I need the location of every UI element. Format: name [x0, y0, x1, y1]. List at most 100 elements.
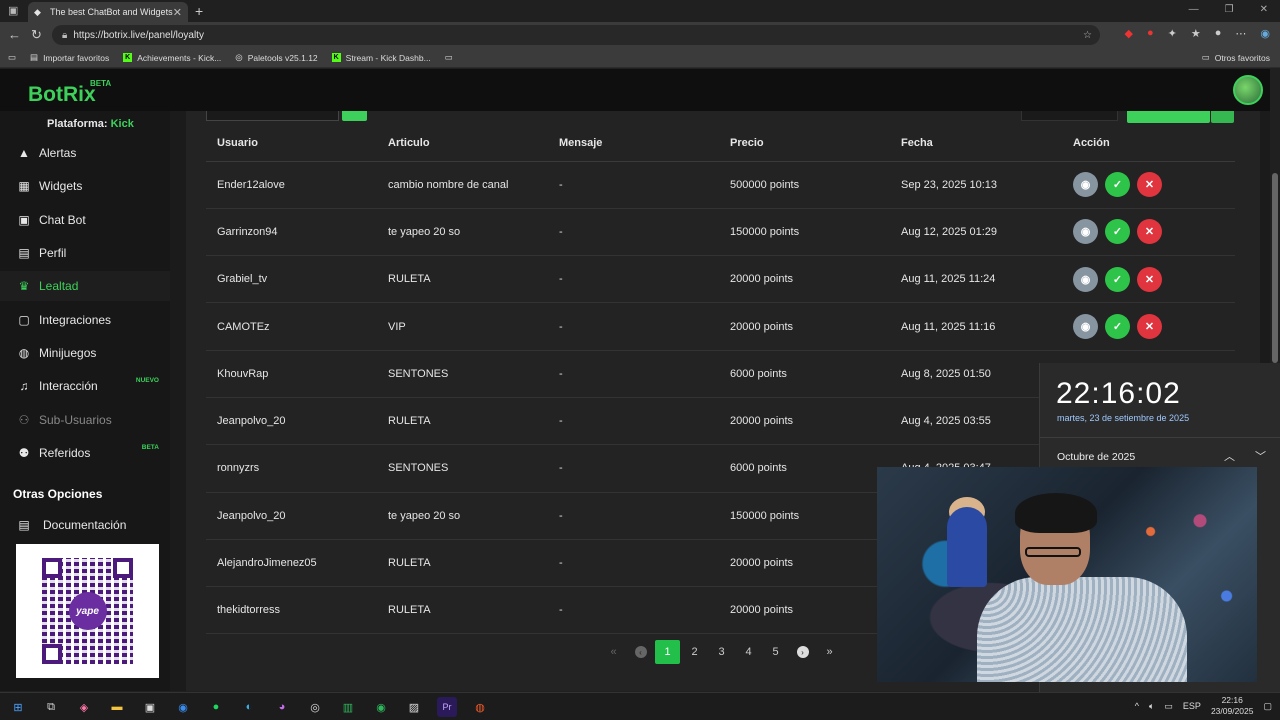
bookmark-achievements[interactable]: K Achievements - Kick...	[123, 53, 221, 63]
search-button[interactable]	[342, 111, 367, 121]
premiere-icon[interactable]: Pr	[437, 697, 457, 717]
sidebar-item-integraciones[interactable]: ▢ Integraciones	[0, 305, 170, 335]
file-explorer-icon[interactable]: ▬	[107, 697, 127, 717]
page-button[interactable]: 5	[762, 640, 789, 664]
kick-icon: K	[123, 53, 133, 62]
sidebar-item-widgets[interactable]: ▦ Widgets	[0, 171, 170, 201]
approve-button[interactable]: ✓	[1105, 172, 1130, 198]
extension-icon[interactable]: ●	[1147, 27, 1154, 40]
sidebar-item-label: Perfil	[39, 246, 67, 260]
reject-button[interactable]: ✕	[1137, 314, 1162, 340]
windows-start-icon[interactable]: ⊞	[8, 697, 28, 717]
volume-icon[interactable]: 🔈︎	[1149, 701, 1154, 712]
extension-icon[interactable]: ◆	[1125, 27, 1133, 40]
edge-icon[interactable]: ◐	[239, 697, 259, 717]
store-icon[interactable]: ▣	[140, 697, 160, 717]
favorite-star-icon[interactable]: ☆	[1083, 30, 1092, 41]
network-icon[interactable]: ▭	[1164, 701, 1173, 712]
page-button[interactable]: 3	[708, 640, 735, 664]
scrollbar-thumb[interactable]	[1272, 173, 1278, 363]
chevron-up-icon[interactable]: ︿	[1224, 448, 1235, 464]
sidebar-item-documentacion[interactable]: ▤ Documentación	[0, 510, 170, 540]
extension-puzzle-icon[interactable]: ✦	[1168, 27, 1177, 40]
reject-button[interactable]: ✕	[1137, 172, 1162, 198]
table-row: Grabiel_tv RULETA -20000 points Aug 11, 202…	[206, 255, 1235, 304]
page-button[interactable]: 1	[655, 640, 680, 664]
search-input[interactable]	[206, 111, 339, 121]
view-button[interactable]: ◉	[1073, 314, 1098, 340]
back-icon[interactable]: ←	[8, 27, 21, 42]
bookmark-folder[interactable]: ▭	[445, 52, 453, 63]
chevron-up-icon[interactable]: ^	[1135, 701, 1139, 711]
last-page-icon[interactable]: »	[816, 640, 843, 664]
tab-close-icon[interactable]: ✕	[173, 6, 182, 19]
copilot-icon[interactable]: ◈	[74, 697, 94, 717]
reject-button[interactable]: ✕	[1137, 266, 1162, 292]
url-field[interactable]: 🔒︎ https://botrix.live/panel/loyalty ☆	[52, 25, 1100, 45]
app-icon[interactable]: ◉	[173, 697, 193, 717]
yape-qr-code: yape	[16, 544, 159, 678]
logo-beta-badge: BETA	[90, 79, 112, 88]
profile-icon[interactable]: ●	[1215, 27, 1222, 40]
sidebar-item-referidos[interactable]: ⚉ Referidos BETA	[0, 438, 170, 468]
browser-tab[interactable]: ◆ The best ChatBot and Widgets fo ✕	[28, 2, 188, 22]
discord-icon[interactable]: ◕	[272, 697, 292, 717]
excel-icon[interactable]: ▥	[338, 697, 358, 717]
minimize-icon[interactable]: —	[1189, 4, 1199, 15]
reject-button[interactable]: ✕	[1137, 219, 1162, 245]
reload-icon[interactable]: ↻	[31, 27, 42, 43]
filter-select[interactable]	[1021, 111, 1118, 121]
prev-page-icon[interactable]: ‹	[627, 640, 654, 664]
tab-actions-icon[interactable]: ▣	[8, 4, 18, 17]
notifications-icon[interactable]: ▢	[1263, 701, 1272, 712]
approve-button[interactable]: ✓	[1105, 219, 1130, 245]
more-menu-icon[interactable]: ⋯	[1235, 27, 1246, 40]
spotify-icon[interactable]: ●	[206, 697, 226, 717]
obs-icon[interactable]: ◎	[305, 697, 325, 717]
header-usuario: Usuario	[206, 126, 377, 162]
bookmark-stream[interactable]: K Stream - Kick Dashb...	[331, 53, 431, 63]
sidebar-item-minijuegos[interactable]: ◍ Minijuegos	[0, 338, 170, 368]
new-tab-icon[interactable]: +	[195, 3, 203, 19]
maximize-icon[interactable]: ❐	[1225, 4, 1234, 15]
download-button[interactable]	[1127, 111, 1210, 123]
bookmark-menu-icon[interactable]: ▭	[8, 52, 16, 63]
sidebar-item-alertas[interactable]: ▲ Alertas	[0, 138, 170, 168]
sidebar-item-perfil[interactable]: ▤ Perfil	[0, 238, 170, 268]
bookmark-paletools[interactable]: ◎ Paletools v25.1.12	[235, 52, 317, 63]
header-accion: Acción	[1062, 126, 1235, 162]
task-view-icon[interactable]: ⧉	[41, 697, 61, 717]
bookmark-import[interactable]: ▤ Importar favoritos	[30, 52, 109, 63]
subusers-icon: ⚇	[18, 413, 30, 427]
close-window-icon[interactable]: ✕	[1260, 4, 1268, 15]
sidebar-item-chatbot[interactable]: ▣ Chat Bot	[0, 205, 170, 235]
sidebar-item-interaccion[interactable]: ♫ Interacción NUEVO	[0, 371, 170, 401]
botrix-logo[interactable]: BotRix	[28, 83, 96, 107]
favorites-icon[interactable]: ★	[1191, 27, 1201, 40]
view-button[interactable]: ◉	[1073, 172, 1098, 198]
cell-user: Garrinzon94	[206, 208, 377, 257]
view-button[interactable]: ◉	[1073, 219, 1098, 245]
clock-date[interactable]: martes, 23 de setiembre de 2025	[1057, 413, 1189, 423]
taskbar-clock[interactable]: 22:16 23/09/2025	[1211, 695, 1254, 717]
page-button[interactable]: 2	[681, 640, 708, 664]
download-dropdown-button[interactable]	[1211, 111, 1234, 123]
other-bookmarks[interactable]: ▭ Otros favoritos	[1202, 52, 1270, 63]
app-icon[interactable]: ▨	[404, 697, 424, 717]
approve-button[interactable]: ✓	[1105, 266, 1130, 292]
approve-button[interactable]: ✓	[1105, 314, 1130, 340]
sidebar-item-lealtad[interactable]: ♛ Lealtad	[0, 271, 170, 301]
copilot-icon[interactable]: ◉	[1260, 27, 1270, 40]
cell-date: Aug 12, 2025 01:29	[890, 208, 1062, 257]
language-indicator[interactable]: ESP	[1183, 701, 1201, 711]
chevron-down-icon[interactable]: ﹀	[1255, 448, 1266, 464]
app-icon[interactable]: ◉	[371, 697, 391, 717]
first-page-icon[interactable]: «	[600, 640, 627, 664]
sidebar-item-subusuarios[interactable]: ⚇ Sub-Usuarios	[0, 405, 170, 435]
view-button[interactable]: ◉	[1073, 266, 1098, 292]
user-avatar[interactable]	[1233, 75, 1263, 105]
app-icon[interactable]: ◍	[470, 697, 490, 717]
next-page-icon[interactable]: ›	[789, 640, 816, 664]
page-button[interactable]: 4	[735, 640, 762, 664]
calendar-month[interactable]: Octubre de 2025	[1057, 451, 1135, 463]
